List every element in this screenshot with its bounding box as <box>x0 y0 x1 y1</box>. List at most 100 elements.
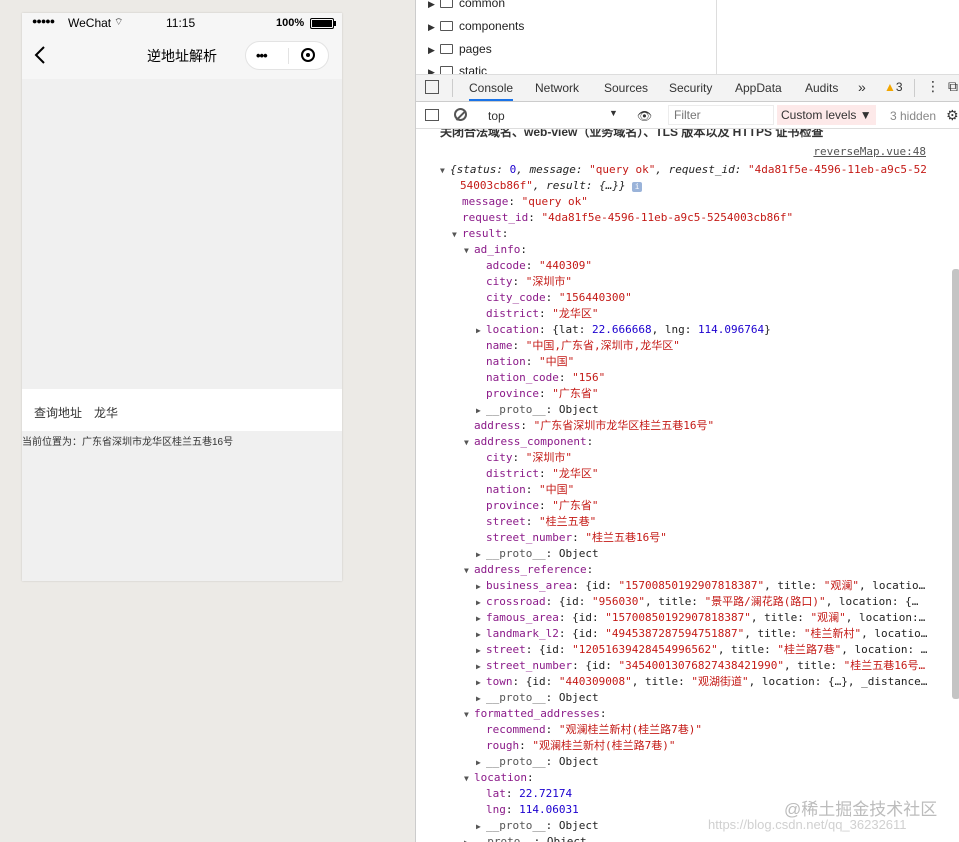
tree-item-common[interactable]: ▶ common <box>428 0 505 18</box>
scrollbar[interactable] <box>952 269 959 699</box>
console-tree-row: request_id: "4da81f5e-4596-11eb-a9c5-525… <box>452 210 793 226</box>
console-row-text: __proto__: Object <box>474 835 587 842</box>
tab-console[interactable]: Console <box>469 81 514 101</box>
tab-separator <box>452 79 453 97</box>
log-levels-dropdown[interactable]: Custom levels ▼ <box>777 105 876 125</box>
console-tree-row-expandable[interactable]: ▶ street: {id: "12051639428454996562", ti… <box>476 642 927 658</box>
tab-security[interactable]: Security <box>669 81 712 95</box>
more-tabs-icon[interactable]: » <box>858 79 866 95</box>
expand-arrow-icon[interactable]: ▶ <box>476 579 486 595</box>
console-tree-row-expandable[interactable]: ▶__proto__: Object <box>476 818 599 834</box>
console-row-text: __proto__: Object <box>486 755 599 768</box>
console-tree-row-expandable[interactable]: ▼ ad_info: <box>464 242 527 258</box>
console-row-text: rough: "观澜桂兰新村(桂兰路7巷)" <box>486 739 676 752</box>
collapse-arrow-icon[interactable]: ▼ <box>452 227 462 243</box>
console-tree-row-expandable[interactable]: ▼ address_reference: <box>464 562 593 578</box>
warnings-badge[interactable]: ▲3 <box>884 80 903 94</box>
tree-item-pages[interactable]: ▶ pages <box>428 42 492 64</box>
expand-arrow-icon[interactable]: ▶ <box>464 835 474 842</box>
sidebar-toggle-icon[interactable] <box>425 109 439 121</box>
expand-arrow-icon[interactable]: ▶ <box>476 755 486 771</box>
console-tree-row: message: "query ok" <box>452 194 588 210</box>
tab-sources[interactable]: Sources <box>604 81 648 95</box>
console-row-text: recommend: "观澜桂兰新村(桂兰路7巷)" <box>486 723 702 736</box>
tree-item-label: static <box>459 64 488 75</box>
eye-icon[interactable]: 👁 <box>637 109 652 123</box>
query-input[interactable]: 龙华 <box>94 404 118 421</box>
tree-item-label: pages <box>459 42 492 56</box>
console-tree-row-expandable[interactable]: ▼ address_component: <box>464 434 593 450</box>
more-icon[interactable]: ••• <box>256 48 268 63</box>
tab-audits[interactable]: Audits <box>805 81 838 95</box>
collapse-arrow-icon[interactable]: ▼ <box>464 243 474 259</box>
console-tree-row-expandable[interactable]: ▶__proto__: Object <box>476 402 599 418</box>
expand-arrow-icon[interactable]: ▶ <box>476 547 486 563</box>
collapse-arrow-icon[interactable]: ▼ <box>440 163 450 179</box>
expand-arrow-icon[interactable]: ▶ <box>476 595 486 611</box>
console-row-text: landmark_l2: {id: "4945387287594751887",… <box>486 627 928 640</box>
chevron-down-icon[interactable]: ▼ <box>609 108 618 118</box>
console-tree-row-expandable[interactable]: ▶__proto__: Object <box>476 754 599 770</box>
hidden-count: 3 hidden <box>890 109 937 123</box>
expand-arrow-icon[interactable]: ▶ <box>476 403 486 419</box>
folder-icon <box>440 44 453 54</box>
expand-arrow-icon[interactable]: ▶ <box>476 675 486 691</box>
console-tree-row-expandable[interactable]: ▶ town: {id: "440309008", title: "观湖街道", … <box>476 674 927 690</box>
expand-arrow-icon[interactable]: ▶ <box>476 691 486 707</box>
console-row-text: location: {lat: 22.666668, lng: 114.0967… <box>486 323 771 336</box>
console-tree-row-expandable[interactable]: ▶__proto__: Object <box>476 690 599 706</box>
console-tree-row-expandable[interactable]: ▼ result: <box>452 226 508 242</box>
map-view[interactable] <box>22 79 342 389</box>
filter-input[interactable] <box>668 105 774 125</box>
dock-icon[interactable]: ⧉ <box>948 78 958 95</box>
gear-icon[interactable]: ⚙ <box>946 107 959 124</box>
kebab-menu-icon[interactable]: ⋮ <box>926 78 940 95</box>
expand-arrow-icon: ▶ <box>428 0 435 9</box>
console-tree-row-expandable[interactable]: ▶__proto__: Object <box>476 546 599 562</box>
console-tree-row-expandable[interactable]: ▶ business_area: {id: "157008501929078183… <box>476 578 925 594</box>
pane-divider[interactable] <box>716 0 717 74</box>
console-tree-row-expandable[interactable]: ▶ crossroad: {id: "956030", title: "景平路/澜… <box>476 594 918 610</box>
console-tree-row-expandable[interactable]: ▼ formatted_addresses: <box>464 706 606 722</box>
console-tree-row: street: "桂兰五巷" <box>476 514 596 530</box>
expand-arrow-icon[interactable]: ▶ <box>476 659 486 675</box>
console-tree-row: nation: "中国" <box>476 354 574 370</box>
console-row-text: address_component: <box>474 435 594 448</box>
console-tree-row: province: "广东省" <box>476 498 598 514</box>
expand-arrow-icon[interactable]: ▶ <box>476 627 486 643</box>
console-row-text: formatted_addresses: <box>474 707 607 720</box>
console-output[interactable]: 关闭合法域名、web-view（业务域名）、TLS 版本以及 HTTPS 证书检… <box>416 129 959 842</box>
signal-icon: ●●●●● <box>32 16 55 26</box>
expand-arrow-icon[interactable]: ▶ <box>476 611 486 627</box>
console-tree-row-expandable[interactable]: ▼ location: <box>464 770 534 786</box>
clear-console-icon[interactable] <box>454 108 467 121</box>
tab-appdata[interactable]: AppData <box>735 81 782 95</box>
console-tree-row-expandable[interactable]: ▶__proto__: Object <box>464 834 587 842</box>
collapse-arrow-icon[interactable]: ▼ <box>464 435 474 451</box>
expand-arrow-icon[interactable]: ▶ <box>476 323 486 339</box>
console-tree-row-expandable[interactable]: ▶ street_number: {id: "345400130768274384… <box>476 658 925 674</box>
tree-item-components[interactable]: ▶ components <box>428 19 524 41</box>
console-tree-row-expandable[interactable]: ▶ famous_area: {id: "15700850192907818387… <box>476 610 925 626</box>
close-miniprogram-icon[interactable] <box>301 48 315 62</box>
collapse-arrow-icon[interactable]: ▼ <box>464 563 474 579</box>
console-tree-row-expandable[interactable]: ▼ {status: 0, message: "query ok", reques… <box>440 162 927 178</box>
expand-arrow-icon[interactable]: ▶ <box>476 643 486 659</box>
collapse-arrow-icon[interactable]: ▼ <box>464 707 474 723</box>
tree-item-static[interactable]: ▶ static <box>428 64 488 75</box>
tab-network[interactable]: Network <box>535 81 579 95</box>
inspect-element-icon[interactable] <box>425 80 439 94</box>
expand-arrow-icon: ▶ <box>428 67 435 75</box>
source-link[interactable]: reverseMap.vue:48 <box>813 145 926 158</box>
console-row-text: __proto__: Object <box>486 403 599 416</box>
console-tree-row: street_number: "桂兰五巷16号" <box>476 530 667 546</box>
console-tree-row-expandable[interactable]: ▶ location: {lat: 22.666668, lng: 114.096… <box>476 322 771 338</box>
console-row-text: street: "桂兰五巷" <box>486 515 597 528</box>
console-tree-row: adcode: "440309" <box>476 258 592 274</box>
expand-arrow-icon[interactable]: ▶ <box>476 819 486 835</box>
context-select[interactable]: top <box>488 109 505 123</box>
console-tree-row-expandable[interactable]: ▶ landmark_l2: {id: "4945387287594751887"… <box>476 626 927 642</box>
capsule-divider <box>288 48 289 64</box>
current-position-text: 当前位置为：广东省深圳市龙华区桂兰五巷16号 <box>22 437 234 448</box>
collapse-arrow-icon[interactable]: ▼ <box>464 771 474 787</box>
